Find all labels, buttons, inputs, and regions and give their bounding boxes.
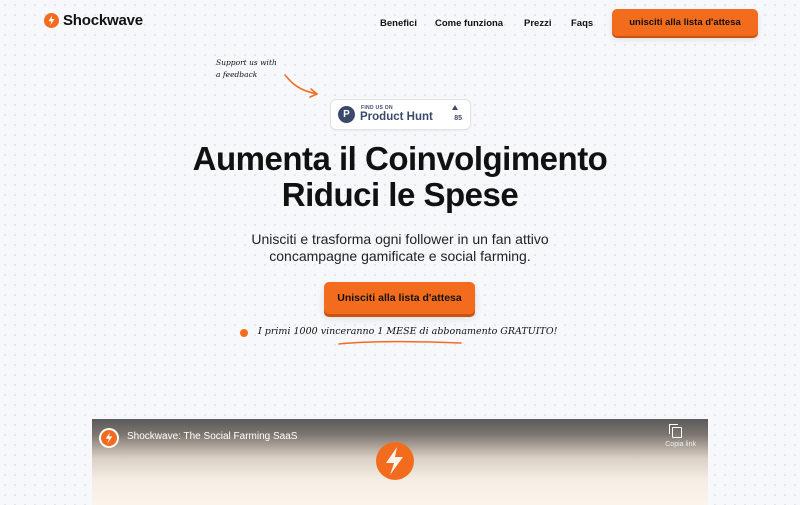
nav-prezzi[interactable]: Prezzi xyxy=(524,18,551,29)
feedback-note-line2: a feedback xyxy=(216,70,258,79)
feedback-note-line1: Support us with xyxy=(216,58,277,67)
product-hunt-badge[interactable]: P FIND US ON Product Hunt 85 xyxy=(330,99,471,130)
hero-subtitle-line1: Unisciti e trasforma ogni follower in un… xyxy=(251,231,549,247)
video-channel-logo[interactable] xyxy=(99,428,119,448)
hero-title-line1: Aumenta il Coinvolgimento xyxy=(192,140,608,177)
brand-logo[interactable]: Shockwave xyxy=(44,12,143,29)
upvote-triangle-icon xyxy=(452,105,458,110)
promo-text-before: I primi 1000 vinceranno xyxy=(258,326,378,337)
hero-title-line2: Riduci le Spese xyxy=(281,176,519,213)
brand-name: Shockwave xyxy=(63,12,143,29)
promo-text: I primi 1000 vinceranno 1 MESE di abbona… xyxy=(258,326,557,337)
video-player[interactable]: Shockwave: The Social Farming SaaS Copia… xyxy=(92,419,708,505)
upvote-count: 85 xyxy=(454,115,462,122)
nav-come-funziona[interactable]: Come funziona xyxy=(435,18,503,29)
waitlist-button-header[interactable]: unisciti alla lista d'attesa xyxy=(612,9,758,36)
copy-link-icon[interactable] xyxy=(669,424,682,438)
video-center-logo-icon xyxy=(376,442,414,480)
waitlist-button-hero[interactable]: Unisciti alla lista d'attesa xyxy=(324,282,475,314)
nav-faqs[interactable]: Faqs xyxy=(571,18,593,29)
shockwave-small-icon xyxy=(101,430,117,446)
ph-name-label: Product Hunt xyxy=(360,111,433,123)
product-hunt-icon: P xyxy=(338,106,355,123)
curved-arrow-icon xyxy=(284,74,318,98)
feedback-note: Support us with a feedback xyxy=(216,57,277,81)
hero-subtitle-line2: concampagne gamificate e social farming. xyxy=(269,248,531,264)
copy-link-label[interactable]: Copia link xyxy=(665,441,696,448)
promo-text-after: di abbonamento GRATUITO! xyxy=(416,326,558,337)
shockwave-logo-icon xyxy=(44,13,59,28)
video-title[interactable]: Shockwave: The Social Farming SaaS xyxy=(127,431,297,442)
promo-underline xyxy=(338,340,462,345)
promo-highlight: 1 MESE xyxy=(377,326,417,337)
promo-dot-icon xyxy=(240,329,248,337)
nav-benefici[interactable]: Benefici xyxy=(380,18,417,29)
